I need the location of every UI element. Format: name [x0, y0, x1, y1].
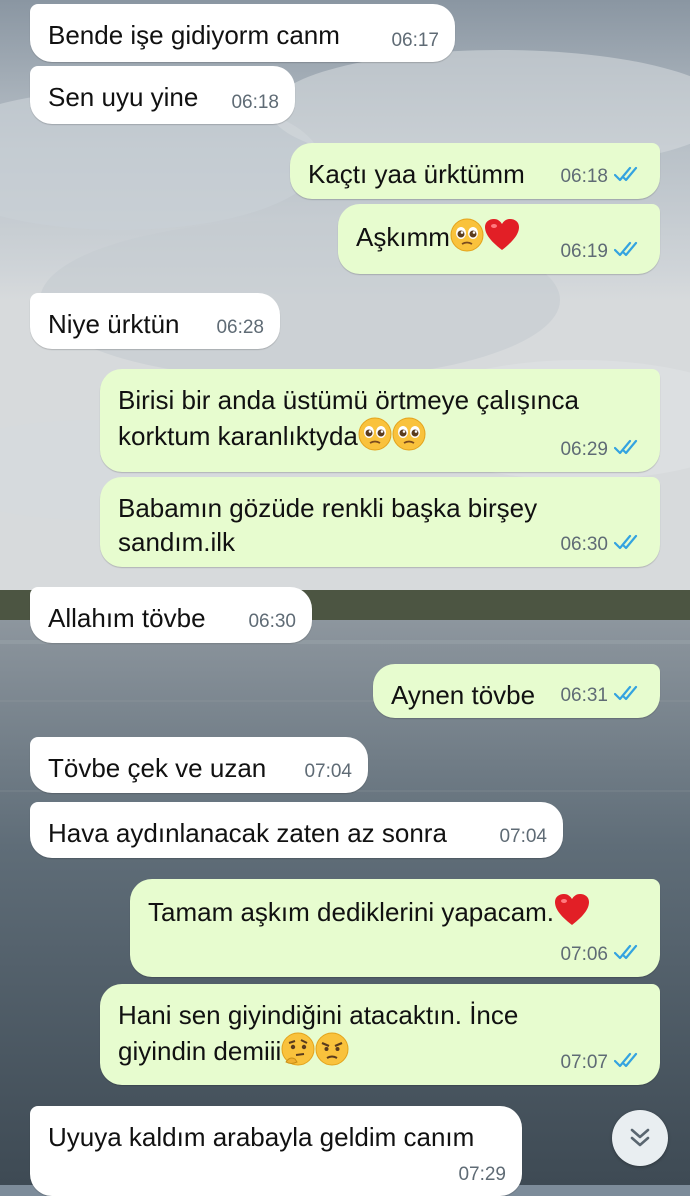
incoming-message-bubble[interactable]: Allahım tövbe 06:30	[30, 587, 312, 643]
message-meta: 07:07	[560, 1051, 644, 1075]
message-meta: 06:29	[560, 438, 644, 462]
message-text: Tamam aşkım dediklerini yapacam.	[148, 893, 642, 935]
message-text: Hava aydınlanacak zaten az sonra	[48, 818, 447, 848]
message-text: Bende işe gidiyorm canm	[48, 20, 340, 50]
message-meta: 07:29	[458, 1164, 506, 1186]
message-time: 06:18	[560, 166, 608, 187]
message-meta: 06:18	[231, 92, 279, 114]
message-time: 06:29	[560, 439, 608, 460]
scroll-to-bottom-button[interactable]	[612, 1110, 668, 1166]
message-meta: 07:04	[499, 826, 547, 848]
angry-face-emoji-icon	[315, 1032, 349, 1074]
outgoing-message-bubble[interactable]: Aynen tövbe 06:31	[373, 664, 660, 718]
pleading-face-emoji-icon	[358, 417, 392, 459]
pleading-face-emoji-icon	[450, 218, 484, 260]
pleading-face-emoji-icon	[392, 417, 426, 459]
message-meta: 06:19	[560, 240, 644, 264]
outgoing-message-bubble[interactable]: Hani sen giyindiğini atacaktın. İnce giy…	[100, 984, 660, 1085]
message-meta: 06:30	[248, 611, 296, 633]
message-text: Uyuya kaldım arabayla geldim canım	[48, 1122, 475, 1152]
read-receipt-icon	[614, 240, 644, 264]
read-receipt-icon	[614, 438, 644, 462]
message-time: 06:31	[560, 685, 608, 706]
message-meta: 06:28	[216, 317, 264, 339]
read-receipt-icon	[614, 684, 644, 708]
read-receipt-icon	[614, 943, 644, 967]
message-time: 07:07	[560, 1052, 608, 1073]
message-meta: 06:31	[560, 684, 644, 708]
thinking-face-emoji-icon	[281, 1032, 315, 1074]
read-receipt-icon	[614, 165, 644, 189]
message-time: 06:30	[248, 611, 296, 632]
message-time: 07:04	[304, 761, 352, 782]
message-time: 07:04	[499, 826, 547, 847]
outgoing-message-bubble[interactable]: Birisi bir anda üstümü örtmeye çalışınca…	[100, 369, 660, 472]
message-time: 06:30	[560, 534, 608, 555]
message-time: 06:18	[231, 92, 279, 113]
outgoing-message-bubble[interactable]: Tamam aşkım dediklerini yapacam. 07:06	[130, 879, 660, 977]
outgoing-message-bubble[interactable]: Kaçtı yaa ürktümm 06:18	[290, 143, 660, 199]
incoming-message-bubble[interactable]: Bende işe gidiyorm canm 06:17	[30, 4, 455, 62]
message-time: 06:17	[391, 30, 439, 51]
outgoing-message-bubble[interactable]: Aşkımm 06:19	[338, 204, 660, 274]
message-time: 06:19	[560, 241, 608, 262]
double-chevron-down-icon	[630, 1128, 650, 1147]
incoming-message-bubble[interactable]: Tövbe çek ve uzan 07:04	[30, 737, 368, 793]
message-meta: 06:18	[560, 165, 644, 189]
read-receipt-icon	[614, 533, 644, 557]
incoming-message-bubble[interactable]: Niye ürktün 06:28	[30, 293, 280, 349]
message-time: 07:29	[458, 1164, 506, 1185]
message-meta: 06:17	[391, 30, 439, 52]
message-time: 06:28	[216, 317, 264, 338]
message-meta: 06:30	[560, 533, 644, 557]
message-meta: 07:06	[560, 943, 644, 967]
read-receipt-icon	[614, 1051, 644, 1075]
incoming-message-bubble[interactable]: Sen uyu yine 06:18	[30, 66, 295, 124]
message-time: 07:06	[560, 944, 608, 965]
outgoing-message-bubble[interactable]: Babamın gözüde renkli başka birşey sandı…	[100, 477, 660, 567]
incoming-message-bubble[interactable]: Uyuya kaldım arabayla geldim canım 07:29	[30, 1106, 522, 1196]
message-meta: 07:04	[304, 761, 352, 783]
red-heart-emoji-icon	[554, 893, 590, 935]
incoming-message-bubble[interactable]: Hava aydınlanacak zaten az sonra 07:04	[30, 802, 563, 858]
red-heart-emoji-icon	[484, 218, 520, 260]
